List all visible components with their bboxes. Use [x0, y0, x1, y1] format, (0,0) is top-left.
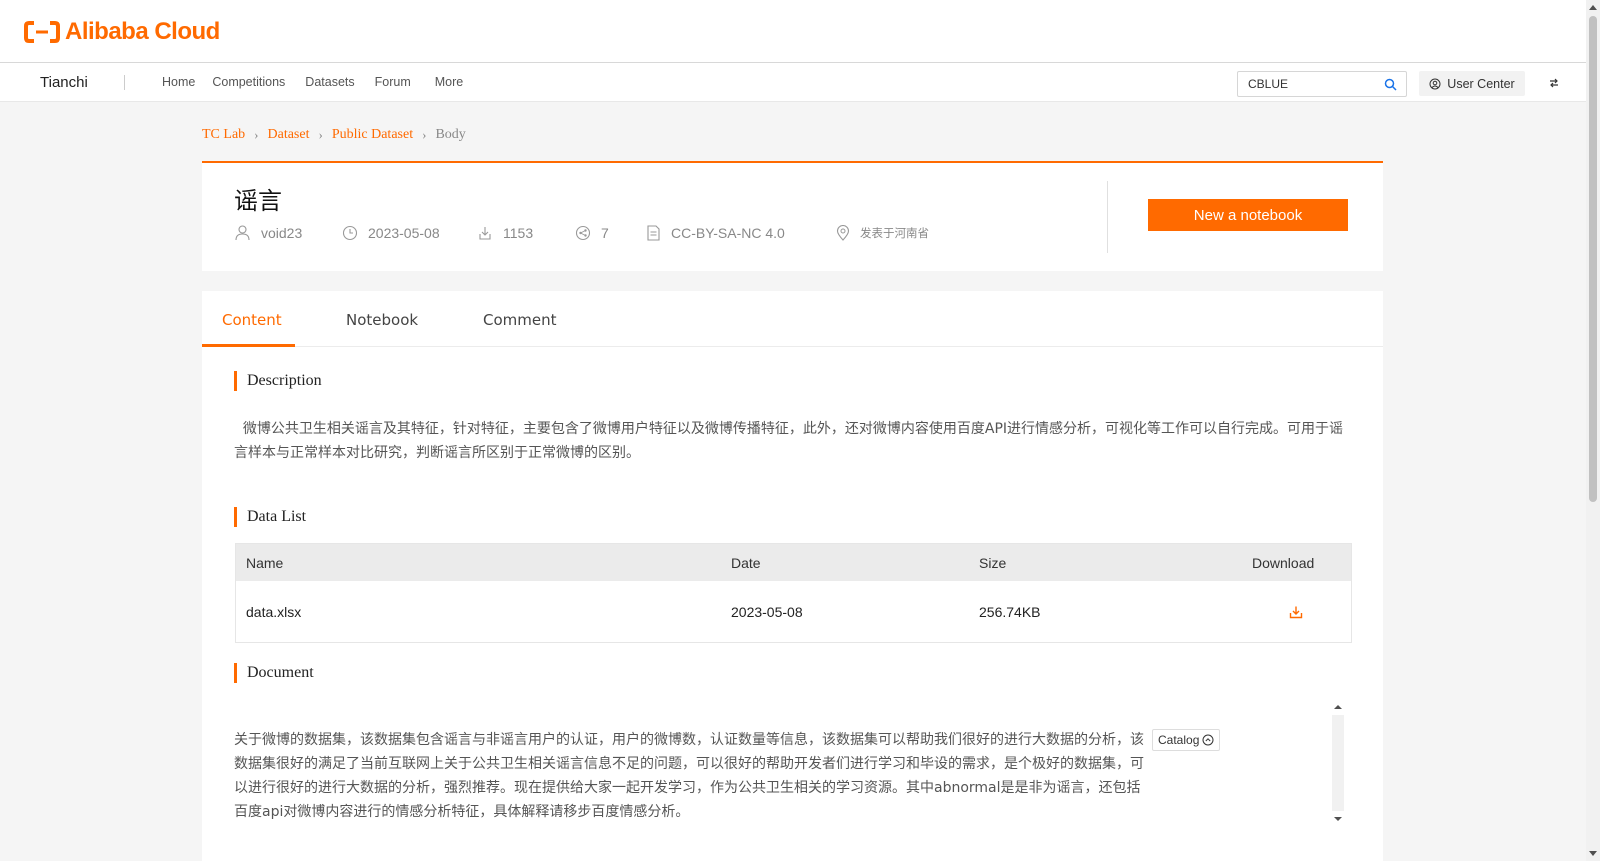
user-circle-icon: [1429, 78, 1441, 89]
header-divider: [1107, 181, 1108, 253]
download-count: 1153: [503, 224, 534, 241]
chevron-up-circle-icon: [1202, 734, 1214, 746]
scroll-up-arrow-icon[interactable]: [1332, 703, 1344, 711]
alibaba-cloud-logo[interactable]: Alibaba Cloud: [24, 18, 220, 46]
section-title-description: Description: [234, 371, 322, 391]
author-name[interactable]: void23: [261, 225, 302, 241]
license-document-icon: [647, 224, 660, 241]
search-input[interactable]: [1248, 77, 1378, 91]
chevron-right-icon: ›: [422, 127, 427, 142]
search-box: [1237, 71, 1407, 97]
top-nav: Tianchi Home Competitions Datasets Forum…: [0, 62, 1586, 102]
chevron-right-icon: ›: [254, 127, 259, 142]
breadcrumb: TC Lab › Dataset › Public Dataset › Body: [202, 127, 466, 143]
logo-bar: Alibaba Cloud: [0, 0, 1586, 62]
dataset-header-card: 谣言 void23 2023-05-08 1153 7 CC-BY-SA-NC …: [202, 161, 1383, 271]
meta-location: 发表于河南省: [836, 224, 929, 241]
content-card: Content Notebook Comment Description 微博公…: [202, 291, 1383, 861]
publish-date: 2023-05-08: [368, 224, 440, 241]
description-text: 微博公共卫生相关谣言及其特征，针对特征，主要包含了微博用户特征以及微博传播特征，…: [234, 417, 1354, 465]
clock-icon: [342, 225, 358, 240]
document-scrollbar[interactable]: [1332, 703, 1344, 823]
alibaba-logo-icon: [24, 21, 60, 43]
page-scrollbar[interactable]: [1586, 0, 1600, 861]
document-scroll-track: [1332, 715, 1344, 811]
breadcrumb-dataset[interactable]: Dataset: [268, 127, 310, 143]
column-header-date: Date: [731, 554, 761, 571]
active-tab-indicator: [202, 344, 295, 347]
logo-text: Alibaba Cloud: [65, 18, 220, 45]
scroll-down-arrow-icon[interactable]: [1589, 851, 1597, 856]
tab-bar: Content Notebook Comment: [202, 291, 1383, 347]
file-size: 256.74KB: [979, 603, 1041, 620]
nav-link-forum[interactable]: Forum: [375, 75, 411, 89]
section-title-data-list: Data List: [234, 507, 306, 527]
column-header-name: Name: [246, 554, 284, 571]
chevron-right-icon: ›: [318, 127, 323, 142]
nav-link-more[interactable]: More: [435, 75, 463, 89]
brand-tianchi[interactable]: Tianchi: [40, 74, 88, 91]
scrollbar-thumb[interactable]: [1589, 16, 1597, 502]
section-title-document: Document: [234, 663, 314, 683]
nav-links: Home Competitions Datasets Forum More: [162, 75, 463, 89]
nav-link-datasets[interactable]: Datasets: [305, 75, 354, 89]
search-icon[interactable]: [1384, 78, 1397, 91]
catalog-label: Catalog: [1158, 733, 1200, 747]
meta-author: void23: [234, 224, 342, 241]
meta-date: 2023-05-08: [342, 225, 477, 241]
page-title: 谣言: [234, 187, 282, 215]
new-notebook-button[interactable]: New a notebook: [1148, 199, 1348, 231]
license: CC-BY-SA-NC 4.0: [671, 224, 785, 241]
scroll-down-arrow-icon[interactable]: [1332, 815, 1344, 823]
table-header: Name Date Size Download: [236, 544, 1351, 581]
location: 发表于河南省: [860, 227, 929, 240]
data-list-table: Name Date Size Download data.xlsx 2023-0…: [235, 543, 1352, 643]
scroll-up-arrow-icon[interactable]: [1589, 5, 1597, 10]
tab-notebook[interactable]: Notebook: [346, 311, 418, 329]
user-center-button[interactable]: User Center: [1419, 71, 1525, 96]
nav-link-home[interactable]: Home: [162, 75, 195, 89]
catalog-button[interactable]: Catalog: [1152, 729, 1221, 751]
download-count-icon: [479, 226, 491, 240]
breadcrumb-tc-lab[interactable]: TC Lab: [202, 127, 245, 143]
share-icon: [575, 225, 591, 240]
document-text: 关于微博的数据集，该数据集包含谣言与非谣言用户的认证，用户的微博数，认证数量等信…: [234, 732, 1144, 820]
tab-content[interactable]: Content: [222, 311, 282, 329]
meta-shares: 7: [575, 225, 646, 241]
switch-icon[interactable]: [1548, 77, 1560, 89]
column-header-size: Size: [979, 554, 1007, 571]
download-icon[interactable]: [1289, 605, 1303, 619]
breadcrumb-public-dataset[interactable]: Public Dataset: [332, 127, 413, 143]
file-date: 2023-05-08: [731, 603, 803, 620]
meta-license: CC-BY-SA-NC 4.0: [646, 225, 836, 241]
tab-comment[interactable]: Comment: [483, 311, 557, 329]
dataset-meta: void23 2023-05-08 1153 7 CC-BY-SA-NC 4.0…: [234, 224, 929, 241]
location-pin-icon: [836, 224, 850, 241]
share-count: 7: [601, 224, 609, 241]
breadcrumb-current: Body: [435, 127, 466, 142]
nav-divider: [124, 75, 125, 90]
description-content: 微博公共卫生相关谣言及其特征，针对特征，主要包含了微博用户特征以及微博传播特征，…: [234, 421, 1344, 461]
nav-link-competitions[interactable]: Competitions: [212, 75, 285, 89]
meta-downloads: 1153: [477, 225, 575, 241]
file-name: data.xlsx: [246, 603, 302, 620]
column-header-download: Download: [1252, 554, 1315, 571]
table-row: data.xlsx 2023-05-08 256.74KB: [236, 581, 1351, 642]
user-icon: [235, 225, 250, 241]
user-center-label: User Center: [1447, 76, 1515, 91]
